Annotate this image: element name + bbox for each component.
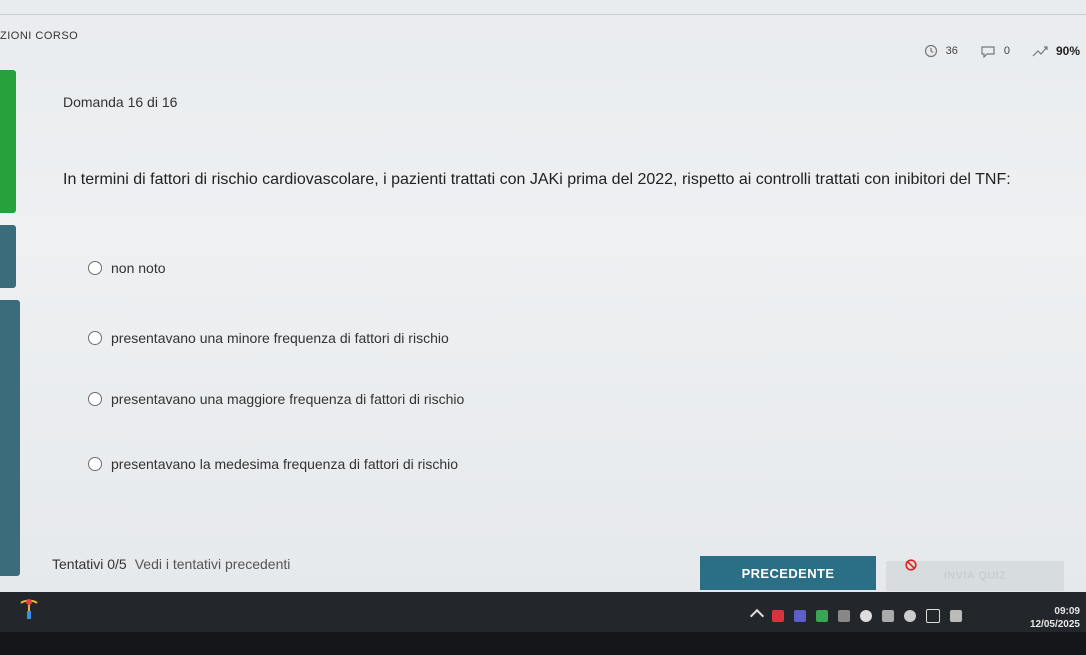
not-allowed-icon xyxy=(905,559,917,571)
sidebar-progress-segment[interactable] xyxy=(0,300,20,576)
answer-option-4[interactable]: presentavano la medesima frequenza di fa… xyxy=(88,456,458,472)
chevron-up-icon[interactable] xyxy=(749,608,765,624)
quiz-screen: ZIONI CORSO 36 0 90% Domanda 16 di 16 In… xyxy=(0,0,1086,592)
attempts-count: Tentativi 0/5 xyxy=(52,556,127,572)
security-icon[interactable] xyxy=(904,610,916,622)
clock-date: 12/05/2025 xyxy=(1029,619,1080,630)
question-number: Domanda 16 di 16 xyxy=(63,94,178,110)
radio-button[interactable] xyxy=(88,261,102,275)
radio-button[interactable] xyxy=(88,457,102,471)
stats-bar: 36 0 90% xyxy=(906,44,1080,58)
previous-button[interactable]: PRECEDENTE xyxy=(700,556,876,590)
answer-option-label: presentavano la medesima frequenza di fa… xyxy=(111,456,459,472)
system-tray xyxy=(749,608,962,624)
clock-icon xyxy=(924,44,937,58)
stat-time-value: 36 xyxy=(945,45,958,57)
answer-option-label: non noto xyxy=(111,260,166,276)
taskbar-clock[interactable]: 09:09 12/05/2025 xyxy=(1030,605,1080,631)
stat-comments: 0 xyxy=(980,44,1010,58)
answer-option-3[interactable]: presentavano una maggiore frequenza di f… xyxy=(88,391,464,407)
radio-button[interactable] xyxy=(88,331,102,345)
question-text: In termini di fattori di rischio cardiov… xyxy=(63,171,1011,188)
sidebar-progress-segment[interactable] xyxy=(0,225,16,288)
course-title: ZIONI CORSO xyxy=(0,30,79,42)
app-green-icon[interactable] xyxy=(816,610,828,622)
monitor-bezel xyxy=(0,632,1086,655)
app-teams-icon[interactable] xyxy=(794,610,806,622)
onedrive-icon[interactable] xyxy=(860,610,872,622)
attempts-info: Tentativi 0/5 Vedi i tentativi precedenti xyxy=(52,556,290,572)
previous-attempts-link[interactable]: Vedi i tentativi precedenti xyxy=(135,556,291,572)
stat-time: 36 xyxy=(922,44,958,58)
volume-muted-icon[interactable] xyxy=(950,610,962,622)
stat-score-value: 90% xyxy=(1055,44,1080,58)
stat-score: 90% xyxy=(1032,44,1080,58)
bluetooth-icon[interactable] xyxy=(838,610,850,622)
comment-icon xyxy=(981,46,995,58)
answer-option-2[interactable]: presentavano una minore frequenza di fat… xyxy=(88,330,449,346)
sidebar-progress-done[interactable] xyxy=(0,70,16,213)
display-icon[interactable] xyxy=(926,609,940,623)
clock-time: 09:09 xyxy=(1054,606,1080,617)
app-launcher-icon[interactable] xyxy=(18,597,40,623)
radio-button[interactable] xyxy=(88,392,102,406)
top-divider xyxy=(0,14,1086,15)
stat-comments-value: 0 xyxy=(1003,45,1010,57)
answer-option-1[interactable]: non noto xyxy=(88,260,166,276)
trend-icon xyxy=(1032,46,1048,57)
app-red-icon[interactable] xyxy=(772,610,784,622)
answer-option-label: presentavano una minore frequenza di fat… xyxy=(111,330,449,346)
answer-option-label: presentavano una maggiore frequenza di f… xyxy=(111,391,465,407)
usb-icon[interactable] xyxy=(882,610,894,622)
